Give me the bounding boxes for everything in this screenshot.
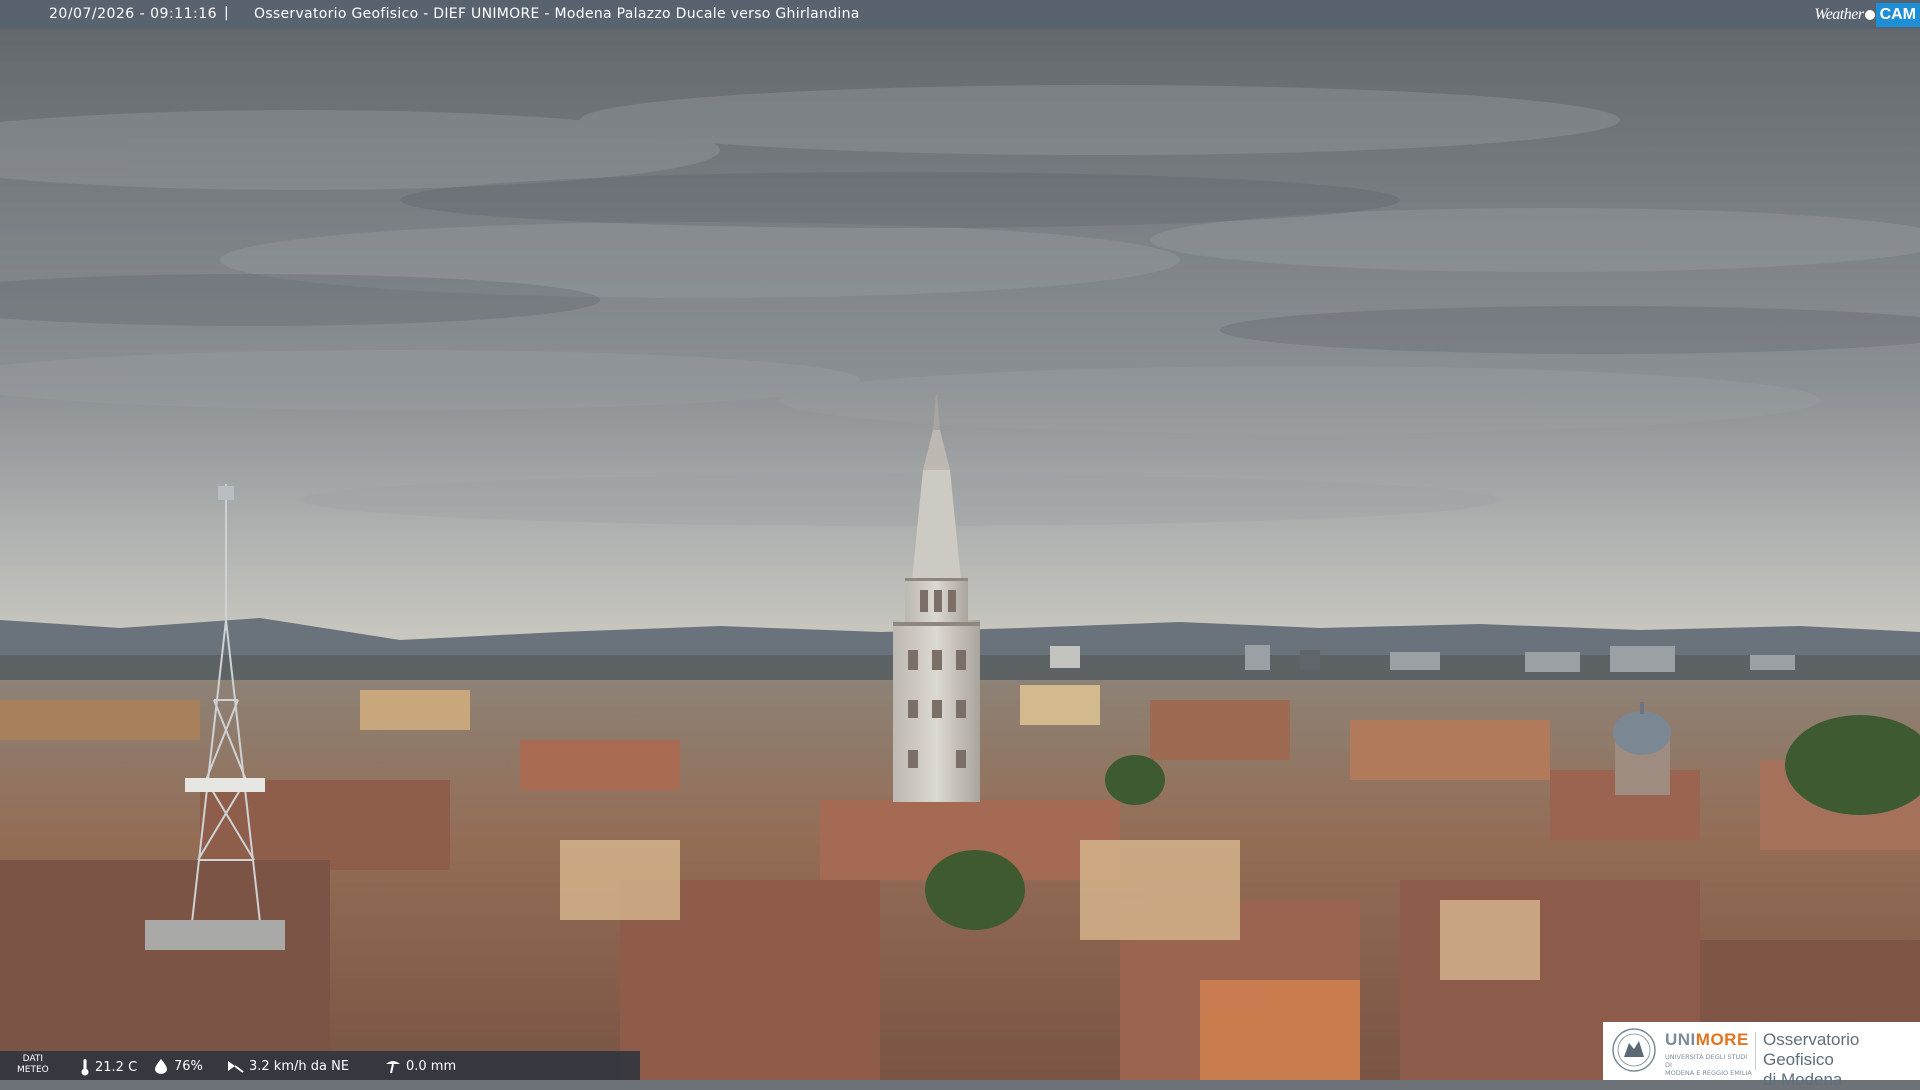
temperature-readout: 21.2 C <box>80 1058 137 1076</box>
wind-value: 3.2 km/h da NE <box>249 1058 350 1074</box>
weathercam-dot-icon <box>1864 9 1875 20</box>
unimore-logo-panel: UNIMORE UNIVERSITÀ DEGLI STUDI DI MODENA… <box>1603 1022 1920 1089</box>
trees <box>925 850 1025 930</box>
timestamp: 20/07/2026 - 09:11:16 <box>49 6 218 22</box>
thermometer-icon <box>81 1059 89 1076</box>
unimore-subtitle: UNIVERSITÀ DEGLI STUDI DI MODENA E REGGI… <box>1665 1053 1752 1077</box>
humidity-readout: 76% <box>153 1058 203 1074</box>
rain-value: 0.0 mm <box>406 1058 457 1074</box>
weathercam-logo: Weather CAM <box>1814 0 1920 29</box>
observatory-name: Osservatorio Geofisico di Modena <box>1763 1030 1860 1089</box>
rain-readout: 0.0 mm <box>385 1058 456 1074</box>
meteo-data-bar: DATI METEO 21.2 C 76% 3.2 km/h da NE 0.0… <box>0 1051 640 1080</box>
webcam-image <box>0 0 1920 1080</box>
temperature-value: 21.2 C <box>95 1059 138 1075</box>
wind-vane-icon <box>228 1061 244 1073</box>
humidity-drop-icon <box>155 1059 167 1074</box>
wind-readout: 3.2 km/h da NE <box>226 1058 349 1074</box>
rain-gauge-icon <box>386 1061 400 1074</box>
header-separator: | <box>224 5 229 21</box>
meteo-label: DATI METEO <box>17 1054 49 1075</box>
weathercam-cam-text: CAM <box>1875 2 1920 27</box>
camera-title: Osservatorio Geofisico - DIEF UNIMORE - … <box>254 6 860 22</box>
university-seal-icon <box>1612 1028 1656 1072</box>
humidity-value: 76% <box>174 1058 203 1074</box>
unimore-wordmark: UNIMORE <box>1665 1030 1749 1049</box>
camera-header-bar: 20/07/2026 - 09:11:16 | Osservatorio Geo… <box>0 0 1920 29</box>
weathercam-weather-text: Weather <box>1814 5 1864 23</box>
rooftop-units <box>145 920 285 950</box>
logo-divider <box>1755 1032 1756 1070</box>
